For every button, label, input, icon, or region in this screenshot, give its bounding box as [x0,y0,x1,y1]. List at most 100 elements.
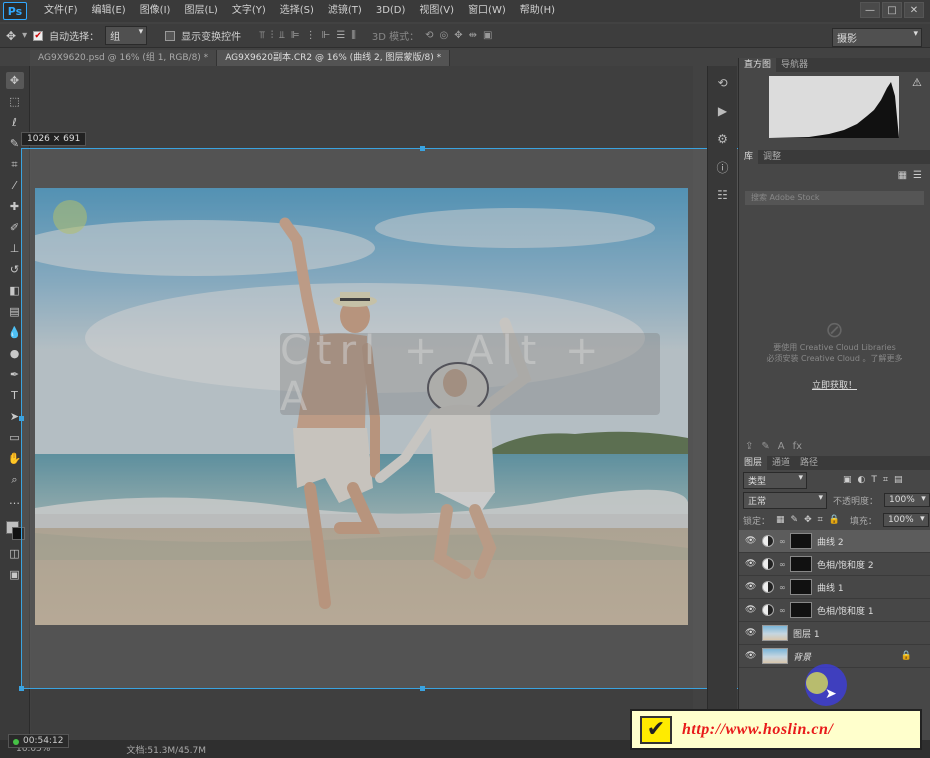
history-brush-tool-icon[interactable]: ↺ [6,261,24,278]
lasso-tool-icon[interactable]: ℓ [6,114,24,131]
layer-row[interactable]: 👁 图层 1 [739,622,930,645]
lock-artboard-icon[interactable]: ⌗ [818,515,823,525]
crop-tool-icon[interactable]: ⌗ [6,156,24,173]
scale-3d-icon[interactable]: ▣ [483,30,492,41]
dodge-tool-icon[interactable]: ● [6,345,24,362]
drag-3d-icon[interactable]: ✥ [454,30,462,41]
mask-link-icon[interactable]: ∞ [779,537,786,546]
layer-thumbnail[interactable] [762,625,788,641]
tab-document-1[interactable]: AG9X9620.psd @ 16% (组 1, RGB/8) * [30,50,218,66]
menu-item[interactable]: 选择(S) [273,0,321,22]
visibility-eye-icon[interactable]: 👁 [745,536,757,546]
move-tool-icon[interactable]: ✥ [5,72,24,89]
opacity-input[interactable]: 100% [884,493,930,507]
show-transform-checkbox[interactable] [165,30,176,41]
zoom-tool-icon[interactable]: ⌕ [6,471,24,488]
mask-link-icon[interactable]: ∞ [779,560,786,569]
fx-icon[interactable]: fx [793,441,802,452]
filter-smart-icon[interactable]: ▤ [894,475,903,485]
tab-navigator[interactable]: 导航器 [776,58,813,72]
type-tool-icon[interactable]: T [6,387,24,404]
tab-document-2[interactable]: AG9X9620副本.CR2 @ 16% (曲线 2, 图层蒙版/8) * [217,50,451,66]
marquee-tool-icon[interactable]: ⬚ [6,93,24,110]
list-view-icon[interactable]: ☰ [913,170,922,181]
tab-adjustments[interactable]: 调整 [758,150,786,164]
screen-mode-icon[interactable]: ▣ [6,566,24,583]
actions-panel-icon[interactable]: ▶ [714,102,732,120]
layer-mask-thumbnail[interactable] [790,533,812,549]
filter-type-icon[interactable]: T [871,475,877,485]
eyedropper-tool-icon[interactable]: ⁄ [6,177,24,194]
layer-row[interactable]: 👁 ∞ 曲线 1 [739,576,930,599]
brush-icon[interactable]: ✎ [761,441,769,452]
lock-all-icon[interactable]: 🔒 [829,515,840,525]
document-info[interactable]: 文档:51.3M/45.7M [126,743,206,756]
layer-row[interactable]: 👁 背景 🔒 [739,645,930,668]
visibility-eye-icon[interactable]: 👁 [745,582,757,592]
auto-select-checkbox[interactable]: ✔ [33,30,44,41]
maximize-button[interactable]: □ [882,2,902,18]
menu-item[interactable]: 图层(L) [177,0,224,22]
get-cc-link[interactable]: 立即获取！ [739,378,930,391]
auto-select-dropdown[interactable]: 组 [105,26,148,45]
align-top-icon[interactable]: ⫪ [259,30,265,41]
menu-item[interactable]: 帮助(H) [513,0,562,22]
filter-pixel-icon[interactable]: ▣ [843,475,852,485]
workspace-dropdown[interactable]: 摄影 [832,28,922,47]
menu-item[interactable]: 视图(V) [412,0,461,22]
roll-3d-icon[interactable]: ◎ [440,30,449,41]
visibility-eye-icon[interactable]: 👁 [745,628,757,638]
lock-pixels-icon[interactable]: ✎ [791,515,799,525]
more-tools-icon[interactable]: … [6,492,24,509]
text-style-icon[interactable]: A [778,441,785,452]
properties-panel-icon[interactable]: ⚙ [714,130,732,148]
brush-tool-icon[interactable]: ✐ [6,219,24,236]
menu-item[interactable]: 文件(F) [37,0,85,22]
align-center-icon[interactable]: ⋮ [306,30,316,41]
layer-row[interactable]: 👁 ∞ 色相/饱和度 1 [739,599,930,622]
slide-3d-icon[interactable]: ⇹ [469,30,477,41]
layer-row[interactable]: 👁 ∞ 曲线 2 [739,530,930,553]
history-panel-icon[interactable]: ⟲ [714,74,732,92]
upload-icon[interactable]: ⇪ [745,441,753,452]
menu-item[interactable]: 窗口(W) [461,0,513,22]
menu-item[interactable]: 3D(D) [369,0,413,22]
menu-item[interactable]: 滤镜(T) [321,0,369,22]
visibility-eye-icon[interactable]: 👁 [745,651,757,661]
minimize-button[interactable]: — [860,2,880,18]
layer-thumbnail[interactable] [762,648,788,664]
align-bottom-icon[interactable]: ⫫ [279,30,285,41]
blur-tool-icon[interactable]: 💧 [6,324,24,341]
tool-preset-dropdown[interactable]: ▾ [22,30,27,41]
shape-tool-icon[interactable]: ▭ [6,429,24,446]
stamp-tool-icon[interactable]: ⊥ [6,240,24,257]
pen-tool-icon[interactable]: ✒ [6,366,24,383]
rotate-3d-icon[interactable]: ⟲ [425,30,433,41]
layer-mask-thumbnail[interactable] [790,602,812,618]
mask-link-icon[interactable]: ∞ [779,606,786,615]
tab-channels[interactable]: 通道 [767,456,795,470]
lock-transparent-icon[interactable]: ▦ [776,515,785,525]
path-select-tool-icon[interactable]: ➤ [6,408,24,425]
grid-view-icon[interactable]: ▦ [898,170,907,181]
cache-warning-icon[interactable]: ⚠ [912,76,924,89]
menu-item[interactable]: 文字(Y) [225,0,273,22]
character-panel-icon[interactable]: ☷ [714,186,732,204]
blend-mode-dropdown[interactable]: 正常 [743,491,827,509]
eraser-tool-icon[interactable]: ◧ [6,282,24,299]
hand-tool-icon[interactable]: ✋ [6,450,24,467]
move-tool-icon[interactable]: ✥ [6,29,16,43]
align-left-icon[interactable]: ⊫ [291,30,300,41]
visibility-eye-icon[interactable]: 👁 [745,559,757,569]
layer-row[interactable]: 👁 ∞ 色相/饱和度 2 [739,553,930,576]
healing-tool-icon[interactable]: ✚ [6,198,24,215]
layer-mask-thumbnail[interactable] [790,579,812,595]
distribute-h-icon[interactable]: ⫼ [351,30,356,41]
close-button[interactable]: ✕ [904,2,924,18]
visibility-eye-icon[interactable]: 👁 [745,605,757,615]
fill-input[interactable]: 100% [882,513,929,527]
align-right-icon[interactable]: ⊩ [322,30,331,41]
info-panel-icon[interactable]: ⓘ [714,158,732,176]
distribute-icon[interactable]: ☰ [336,30,345,41]
tab-libraries[interactable]: 库 [739,150,759,164]
